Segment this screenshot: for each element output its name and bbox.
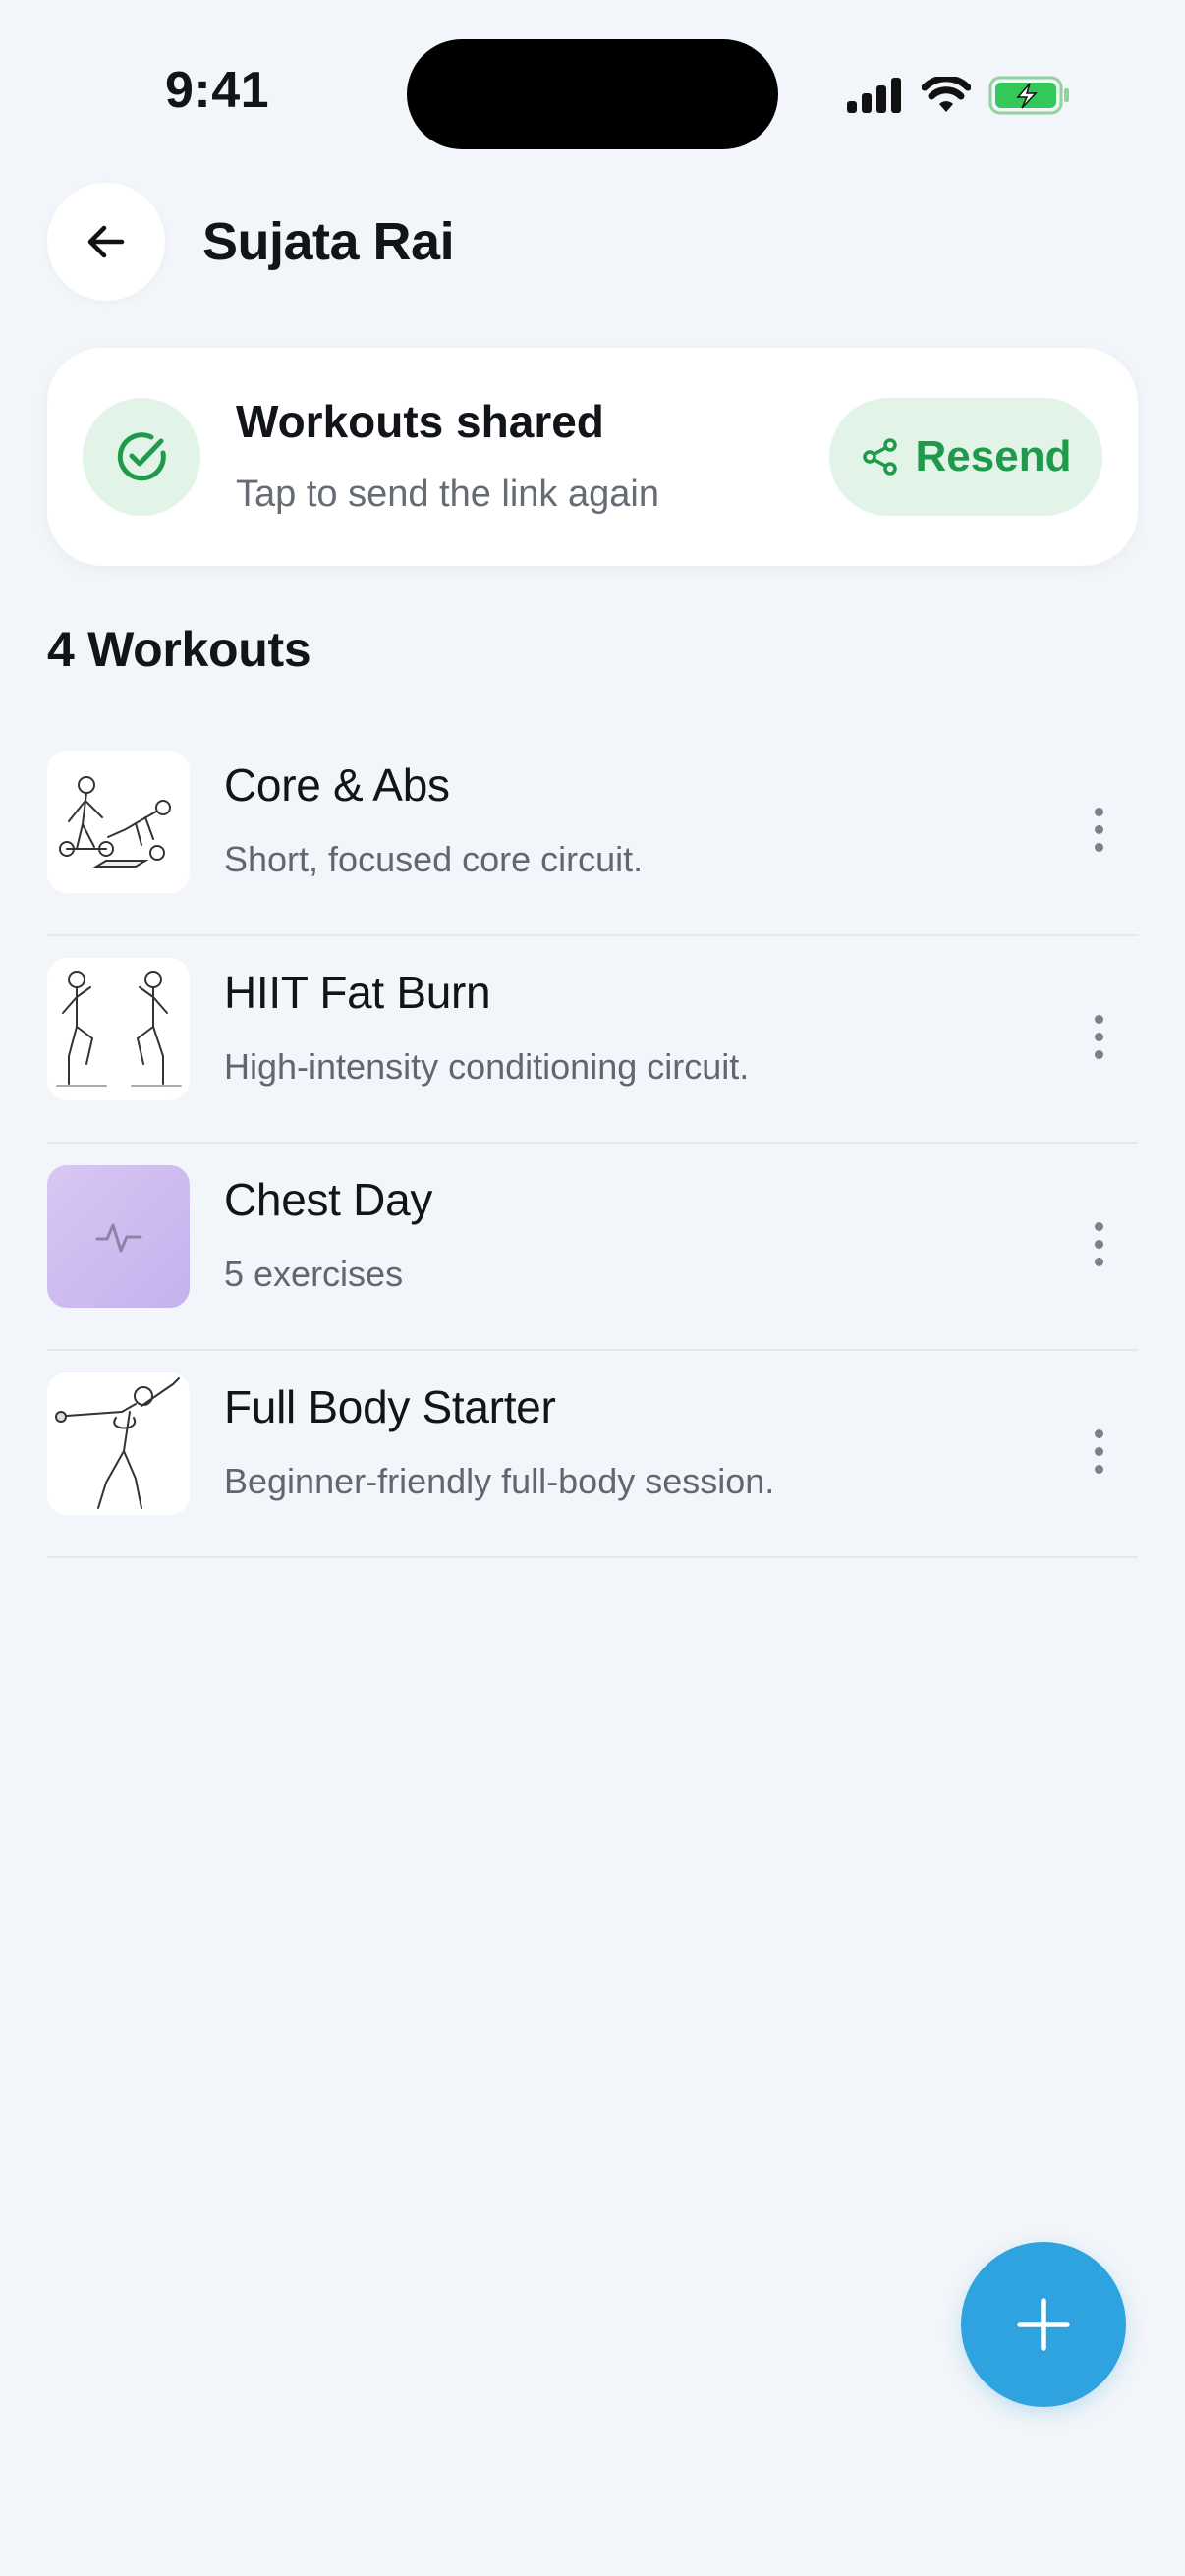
- workout-title: Chest Day: [224, 1174, 433, 1225]
- workout-thumbnail: [47, 1165, 190, 1308]
- share-icon: [862, 438, 897, 476]
- more-vertical-icon: [1094, 1221, 1103, 1231]
- status-time: 9:41: [165, 62, 270, 119]
- add-workout-button[interactable]: [961, 2242, 1126, 2407]
- activity-pulse-icon: [95, 1223, 141, 1252]
- more-options-button[interactable]: [1069, 790, 1128, 868]
- status-icons: [847, 73, 1071, 118]
- wifi-icon: [922, 77, 971, 112]
- more-options-button[interactable]: [1069, 1204, 1128, 1283]
- more-options-button[interactable]: [1069, 1412, 1128, 1490]
- workout-subtitle: 5 exercises: [224, 1254, 404, 1294]
- workout-title: Full Body Starter: [224, 1381, 556, 1432]
- back-button[interactable]: [47, 183, 165, 301]
- more-vertical-icon: [1094, 1428, 1103, 1438]
- workout-count-heading: 4 Workouts: [47, 622, 311, 677]
- workout-thumbnail: [47, 958, 190, 1100]
- exercise-illustration-icon: [59, 776, 171, 868]
- workout-thumbnail: [47, 1372, 190, 1515]
- share-status-card[interactable]: Workouts shared Tap to send the link aga…: [47, 348, 1138, 566]
- resend-label: Resend: [915, 432, 1072, 480]
- page-title: Sujata Rai: [202, 212, 455, 271]
- workout-row[interactable]: Full Body Starter Beginner-friendly full…: [47, 1351, 1138, 1558]
- plus-icon: [1017, 2298, 1070, 2351]
- check-circle-icon: [117, 432, 166, 481]
- workout-row[interactable]: Core & Abs Short, focused core circuit.: [47, 729, 1138, 936]
- exercise-illustration-icon: [56, 971, 182, 1087]
- more-options-button[interactable]: [1069, 997, 1128, 1076]
- workout-list: Core & Abs Short, focused core circuit. …: [47, 729, 1138, 1558]
- exercise-illustration-icon: [55, 1377, 180, 1509]
- share-subtitle: Tap to send the link again: [236, 474, 659, 515]
- dynamic-island: [407, 39, 778, 149]
- workout-title: Core & Abs: [224, 759, 450, 811]
- cellular-signal-icon: [847, 78, 901, 113]
- more-vertical-icon: [1094, 807, 1103, 816]
- workout-thumbnail: [47, 751, 190, 893]
- battery-charging-icon: [988, 76, 1069, 115]
- resend-button[interactable]: Resend: [829, 398, 1102, 516]
- workout-subtitle: Short, focused core circuit.: [224, 839, 644, 879]
- arrow-left-icon: [87, 225, 125, 258]
- workout-title: HIIT Fat Burn: [224, 967, 491, 1018]
- share-title: Workouts shared: [236, 396, 604, 447]
- more-vertical-icon: [1094, 1014, 1103, 1024]
- workout-subtitle: High-intensity conditioning circuit.: [224, 1046, 750, 1087]
- workout-subtitle: Beginner-friendly full-body session.: [224, 1461, 775, 1501]
- share-status-badge: [83, 398, 200, 516]
- workout-row[interactable]: Chest Day 5 exercises: [47, 1144, 1138, 1351]
- header: Sujata Rai: [47, 183, 455, 301]
- workout-row[interactable]: HIIT Fat Burn High-intensity conditionin…: [47, 936, 1138, 1144]
- status-bar: 9:41: [0, 0, 1185, 167]
